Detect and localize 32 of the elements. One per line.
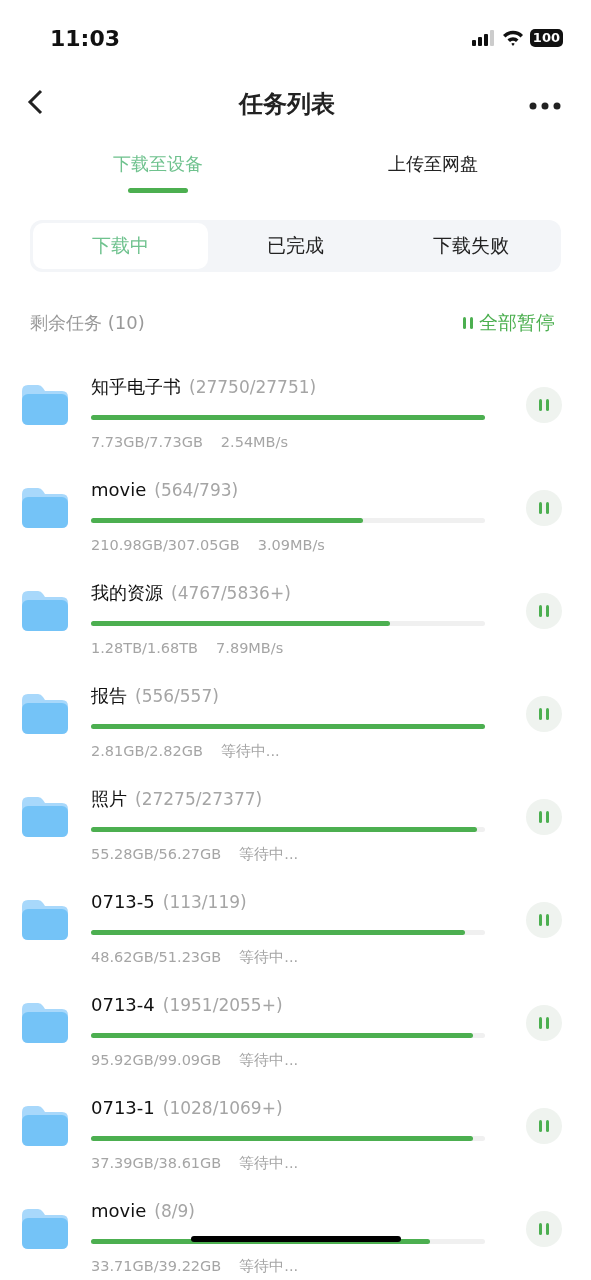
file-count: (4767/5836+) (171, 582, 291, 605)
file-count: (113/119) (162, 891, 247, 914)
task-name: 0713-5 (91, 890, 155, 914)
task-name: 0713-1 (91, 1096, 155, 1120)
task-name: 报告 (91, 684, 127, 708)
task-name: 我的资源 (91, 581, 163, 605)
file-count: (564/793) (154, 479, 239, 502)
download-status: 3.09MB/s (257, 536, 325, 555)
file-count: (27275/27377) (135, 788, 263, 811)
page-title: 任务列表 (238, 89, 335, 120)
download-status: 等待中... (220, 742, 280, 761)
download-status: 等待中... (239, 1257, 299, 1276)
download-status: 等待中... (239, 1051, 299, 1070)
file-count: (556/557) (135, 685, 219, 708)
file-count: (8/9) (154, 1200, 195, 1223)
download-status: 7.89MB/s (216, 639, 284, 658)
download-status: 等待中... (239, 948, 299, 967)
file-count: (27750/27751) (189, 376, 317, 399)
download-status: 等待中... (239, 1154, 299, 1173)
remaining-count: 剩余任务 (10) (30, 310, 145, 335)
file-count: (1028/1069+) (162, 1097, 283, 1120)
battery-icon: 100 (529, 29, 563, 47)
download-status: 2.54MB/s (220, 433, 288, 452)
task-name: 知乎电子书 (91, 375, 181, 399)
task-name: 照片 (91, 787, 127, 811)
download-status: 等待中... (239, 845, 299, 864)
file-count: (1951/2055+) (162, 994, 283, 1017)
task-name: movie (91, 1199, 147, 1223)
task-name: 0713-4 (91, 993, 155, 1017)
clock-time: 11:03 (50, 25, 121, 51)
size-progress: 33.71GB/39.22GB (91, 1257, 222, 1276)
task-name: movie (91, 478, 147, 502)
